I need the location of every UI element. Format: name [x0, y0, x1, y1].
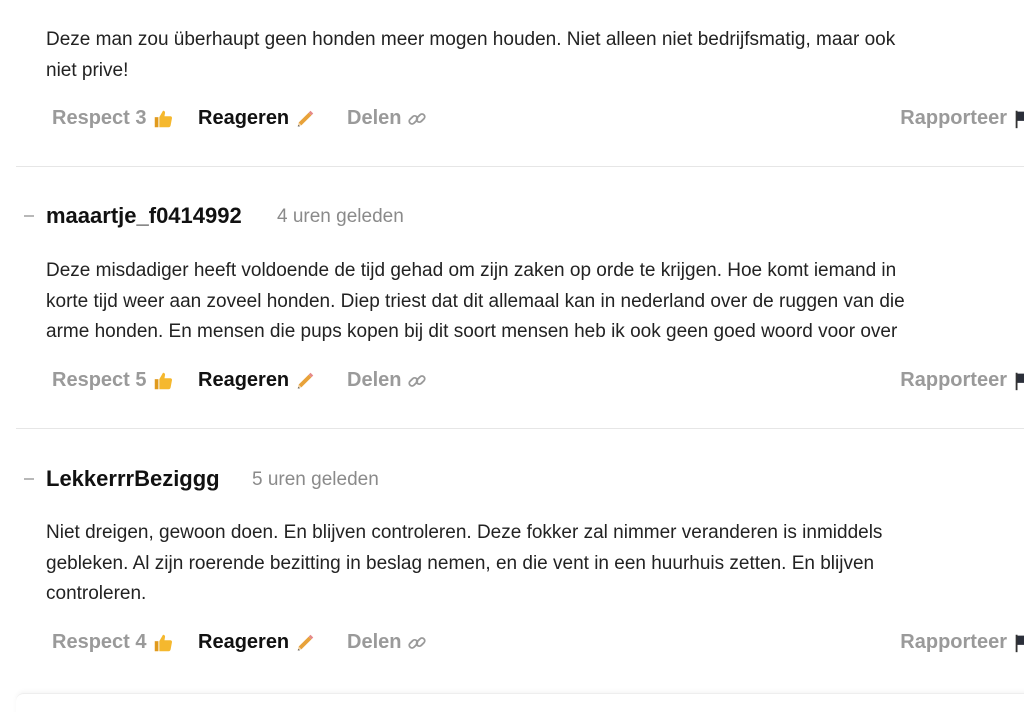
respect-label: Respect 4 [52, 631, 147, 653]
reply-button[interactable]: Reageren [198, 107, 316, 130]
share-label: Delen [347, 631, 402, 653]
pencil-icon [297, 634, 314, 650]
respect-button[interactable]: Respect 5 [52, 369, 174, 392]
comment-username[interactable]: maaartje_f0414992 [46, 203, 242, 229]
comment-body-line: Deze man zou überhaupt geen honden meer … [46, 29, 896, 50]
collapse-thread-button[interactable] [24, 478, 34, 480]
report-button[interactable]: Rapporteer [900, 631, 1024, 654]
share-button[interactable]: Delen [347, 107, 428, 130]
reply-label: Reageren [198, 369, 290, 391]
comment-username[interactable]: LekkerrrBeziggg [46, 466, 220, 492]
next-comment-card [16, 693, 1024, 712]
comment-body-line: niet prive! [46, 59, 129, 81]
report-button[interactable]: Rapporteer [900, 369, 1024, 392]
comment-body-line: Deze misdadiger heeft voldoende de tijd … [46, 260, 897, 281]
flag-icon [1015, 372, 1024, 390]
report-button[interactable]: Rapporteer [900, 107, 1024, 130]
comment-body: Niet dreigen, gewoon doen. En blijven co… [46, 518, 1024, 610]
link-icon [408, 374, 427, 387]
share-button[interactable]: Delen [347, 369, 428, 392]
comment-actions: Respect 3 Reageren Delen Rapporteer [52, 107, 1024, 137]
pencil-icon [297, 372, 314, 388]
reply-label: Reageren [198, 631, 290, 653]
share-label: Delen [347, 107, 402, 129]
collapse-thread-button[interactable] [24, 215, 34, 217]
respect-label: Respect 5 [52, 369, 147, 391]
report-label: Rapporteer [900, 107, 1007, 129]
pencil-icon [297, 110, 314, 126]
link-icon [408, 636, 427, 649]
comment-body-line: arme honden. En mensen die pups kopen bi… [46, 321, 898, 342]
comment-body-line: controleren. [46, 583, 147, 604]
respect-button[interactable]: Respect 3 [52, 107, 174, 130]
comment: LekkerrrBeziggg 5 uren geleden Niet drei… [0, 429, 1024, 693]
comment-actions: Respect 4 Reageren Delen Rapporteer [52, 631, 1024, 661]
report-label: Rapporteer [900, 369, 1007, 391]
flag-icon [1015, 110, 1024, 128]
comment-timestamp: 5 uren geleden [252, 469, 379, 490]
share-label: Delen [347, 369, 402, 391]
respect-button[interactable]: Respect 4 [52, 631, 174, 654]
comment: Deze man zou überhaupt geen honden meer … [0, 0, 1024, 166]
thumbs-up-icon [154, 372, 172, 389]
comment-body-line: Niet dreigen, gewoon doen. En blijven co… [46, 522, 883, 543]
report-label: Rapporteer [900, 631, 1007, 653]
comment: maaartje_f0414992 4 uren geleden Deze mi… [0, 167, 1024, 427]
link-icon [408, 112, 427, 125]
share-button[interactable]: Delen [347, 631, 428, 654]
reply-button[interactable]: Reageren [198, 631, 316, 654]
comment-timestamp: 4 uren geleden [277, 206, 404, 227]
comment-actions: Respect 5 Reageren Delen Rapporteer [52, 369, 1024, 399]
comment-body: Deze man zou überhaupt geen honden meer … [46, 25, 1024, 86]
reply-button[interactable]: Reageren [198, 369, 316, 392]
reply-label: Reageren [198, 107, 290, 129]
flag-icon [1015, 634, 1024, 652]
comment-body-line: gebleken. Al zijn roerende bezitting in … [46, 552, 875, 574]
comment-body: Deze misdadiger heeft voldoende de tijd … [46, 256, 1024, 348]
thumbs-up-icon [154, 634, 172, 651]
thumbs-up-icon [154, 110, 172, 127]
comment-body-line: korte tijd weer aan zoveel honden. Diep … [46, 290, 905, 312]
comment-feed: Deze man zou überhaupt geen honden meer … [0, 0, 1024, 712]
respect-label: Respect 3 [52, 107, 147, 129]
